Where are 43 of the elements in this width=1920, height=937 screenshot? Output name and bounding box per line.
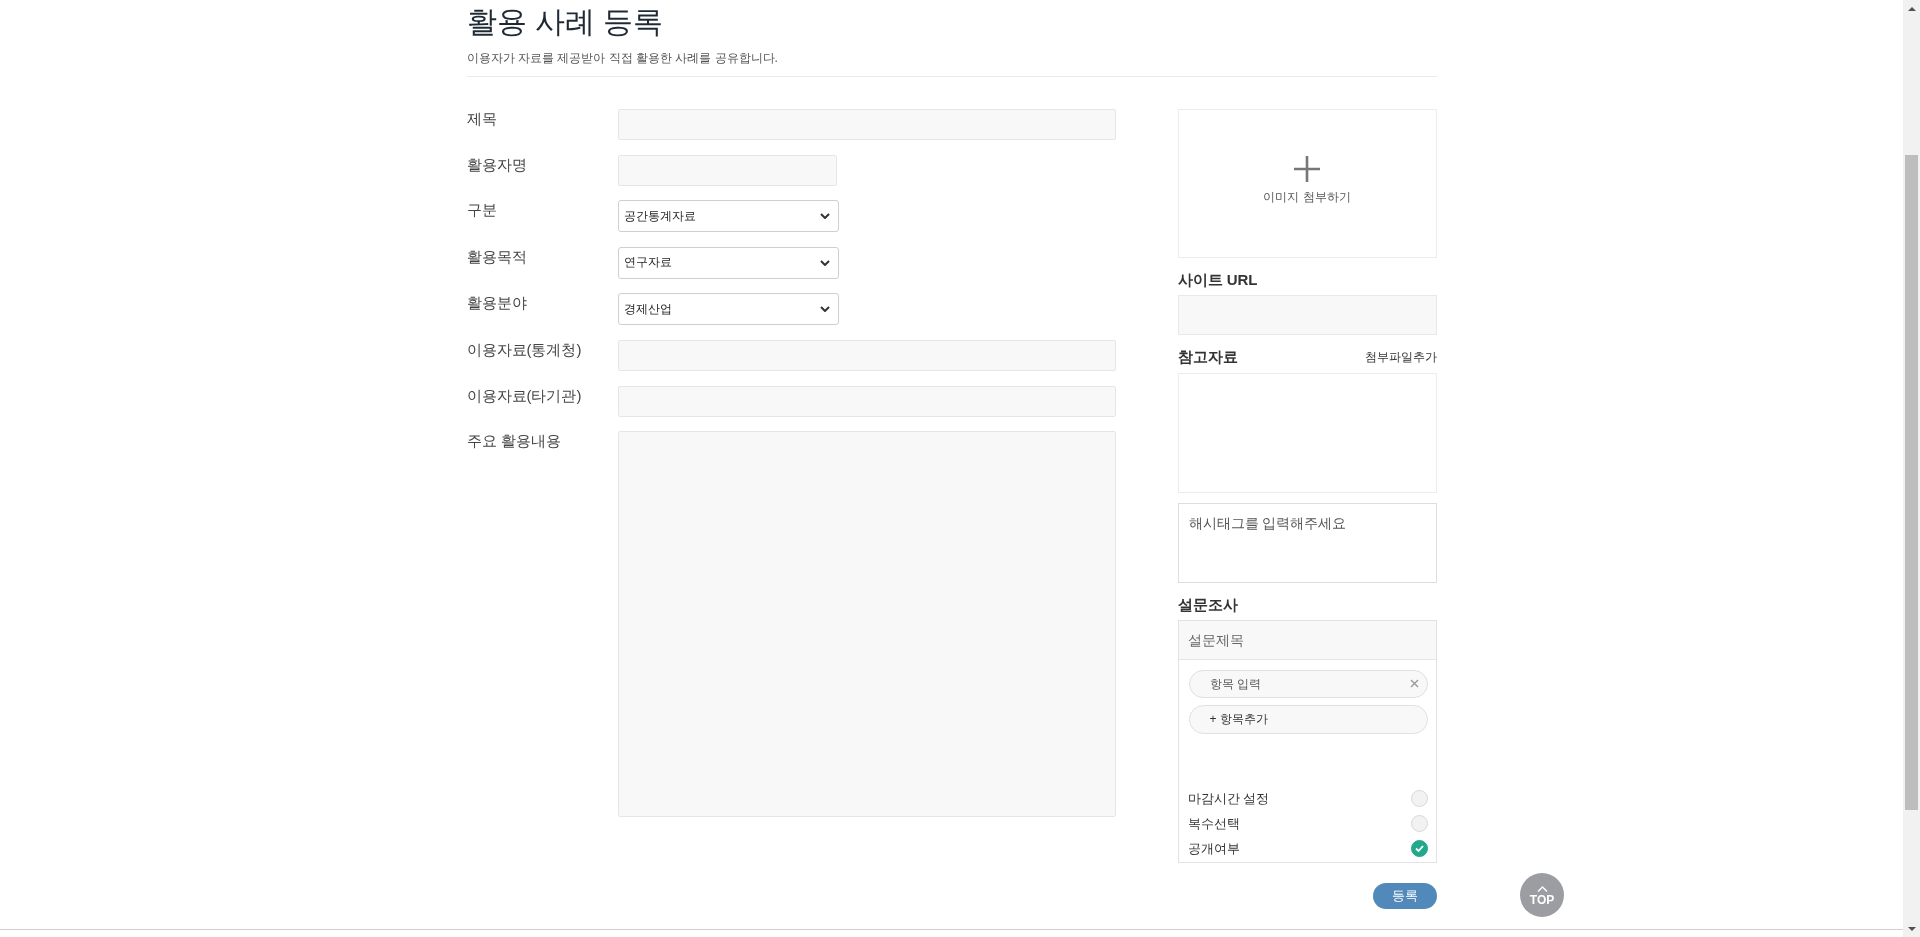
section-heading: 설문조사 (1177, 595, 1239, 615)
scroll-down-icon[interactable] (1907, 926, 1916, 931)
survey-title-input[interactable]: 설문제목 (1178, 621, 1436, 660)
textarea-input[interactable] (617, 431, 1116, 818)
field-label: 활용분야 (466, 293, 528, 314)
plus-icon (1294, 155, 1320, 182)
text-input[interactable] (617, 385, 1116, 417)
option-label: 복수선택 (1187, 814, 1240, 833)
field-label: 주요 활용내용 (466, 431, 562, 452)
section-heading: 사이트 URL (1177, 270, 1259, 290)
text-input[interactable] (617, 154, 837, 186)
field-label: 활용목적 (466, 246, 528, 267)
submit-button[interactable]: 등록 (1372, 883, 1437, 909)
chevron-down-icon (819, 213, 830, 220)
field-label: 이용자료(타기관) (466, 385, 583, 406)
checkbox[interactable] (1410, 840, 1428, 857)
check-icon (1414, 845, 1424, 852)
field-label: 이용자료(통계청) (466, 339, 583, 360)
option-label: 마감시간 설정 (1187, 789, 1270, 808)
dropdown[interactable]: 연구자료 (617, 246, 839, 279)
page-subtitle: 이용자가 자료를 제공받아 직접 활용한 사례를 공유합니다. (466, 50, 779, 67)
dropdown[interactable]: 공간통계자료 (617, 200, 839, 233)
chevron-down-icon (819, 306, 830, 313)
field-label: 구분 (466, 200, 498, 221)
scrollbar-thumb[interactable] (1905, 155, 1918, 810)
field-label: 제목 (466, 109, 498, 129)
chevron-up-icon (1536, 885, 1548, 892)
scrollbar[interactable] (1903, 0, 1920, 937)
add-attachment-link[interactable]: 첨부파일추가 (1364, 348, 1437, 366)
text-input[interactable] (617, 339, 1116, 371)
scroll-up-icon[interactable] (1907, 6, 1916, 11)
option-label: 공개여부 (1187, 839, 1240, 858)
image-upload-button[interactable]: 이미지 첨부하기 (1177, 109, 1437, 258)
close-icon[interactable] (1409, 679, 1419, 688)
dropdown[interactable]: 경제산업 (617, 293, 839, 326)
text-input[interactable] (617, 109, 1116, 140)
hashtag-input[interactable]: 해시태그를 입력해주세요 (1177, 503, 1437, 583)
option-input[interactable]: 항목 입력 (1188, 670, 1428, 698)
add-option-button[interactable]: + 항목추가 (1188, 705, 1428, 734)
page-title: 활용 사례 등록 (466, 4, 665, 40)
field-label: 활용자명 (466, 154, 528, 175)
section-heading: 참고자료 (1177, 347, 1238, 367)
chevron-down-icon (819, 259, 830, 266)
